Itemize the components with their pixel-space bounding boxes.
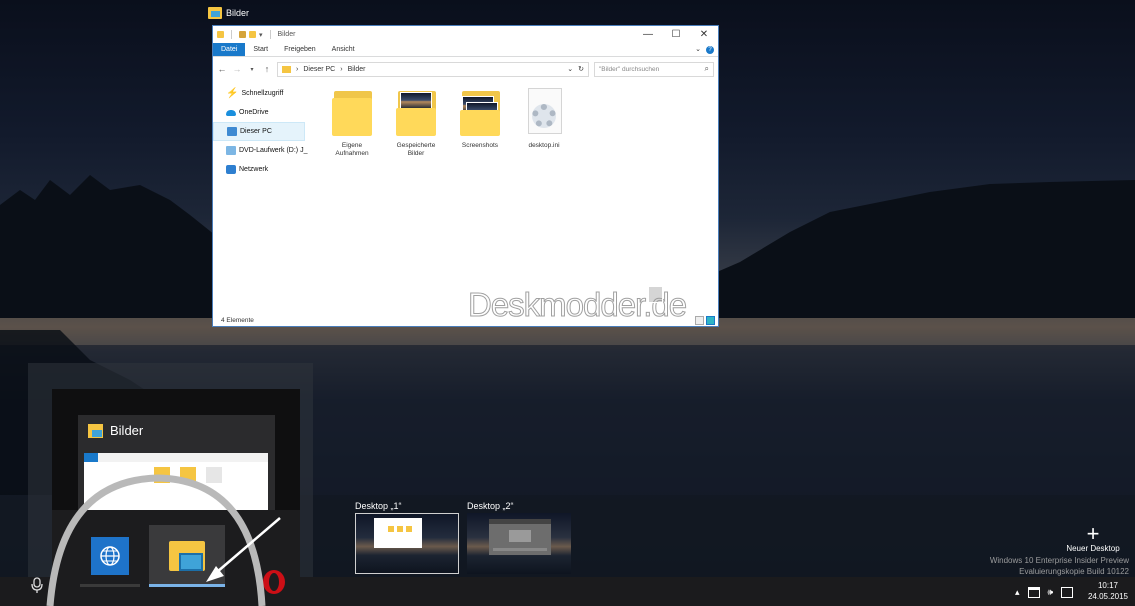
new-desktop-button[interactable]: + Neuer Desktop [1062, 521, 1124, 554]
expand-ribbon-icon[interactable]: ⌄ [695, 43, 701, 57]
magnifier-ring [46, 474, 281, 606]
desktop-1-label: Desktop „1“ [355, 501, 402, 511]
nav-item-dvd[interactable]: DVD-Laufwerk (D:) J_ [213, 141, 308, 160]
details-view-icon[interactable] [695, 315, 704, 325]
settings-file-icon [522, 88, 566, 138]
help-icon[interactable]: ? [706, 45, 714, 54]
search-input[interactable]: "Bilder" durchsuchen ⌕ [594, 61, 714, 77]
path-separator-icon: › [296, 65, 299, 73]
explorer-icon [208, 7, 222, 19]
desktop-2-thumbnail[interactable] [467, 513, 571, 574]
preview-title: Bilder [110, 423, 144, 438]
computer-icon [227, 127, 237, 136]
tab-ansicht[interactable]: Ansicht [324, 43, 363, 56]
desktop-2-label: Desktop „2“ [467, 501, 514, 511]
tab-datei[interactable]: Datei [213, 43, 246, 56]
cloud-icon [226, 109, 236, 116]
breadcrumb-dieser-pc[interactable]: Dieser PC [303, 66, 335, 73]
nav-label: Dieser PC [240, 128, 272, 135]
item-count: 4 Elemente [221, 316, 254, 324]
path-separator-icon: › [340, 65, 343, 73]
file-list: Eigene Aufnahmen Gespeicherte Bilder Scr… [318, 84, 718, 314]
search-placeholder: "Bilder" durchsuchen [599, 65, 660, 73]
explorer-icon [217, 31, 224, 38]
clock[interactable]: 10:17 24.05.2015 [1086, 580, 1130, 602]
nav-label: DVD-Laufwerk (D:) J_ [239, 147, 308, 154]
tab-start[interactable]: Start [245, 43, 276, 56]
clock-date: 24.05.2015 [1087, 592, 1129, 601]
chevron-up-icon[interactable]: ▴ [1015, 587, 1020, 598]
view-switcher [695, 315, 718, 325]
nav-item-netzwerk[interactable]: Netzwerk [213, 160, 308, 179]
up-arrow-icon[interactable]: ↑ [262, 64, 272, 74]
nav-item-dieser-pc[interactable]: Dieser PC [213, 122, 305, 141]
file-item-desktop-ini[interactable]: desktop.ini [514, 88, 574, 150]
maximize-button[interactable]: ☐ [662, 28, 690, 42]
minimize-button[interactable]: — [634, 28, 662, 42]
folder-icon [282, 65, 291, 73]
window-caption-title: Bilder [226, 8, 250, 18]
breadcrumb-bilder[interactable]: Bilder [348, 66, 366, 73]
new-desktop-label: Neuer Desktop [1066, 544, 1120, 553]
clock-time: 10:17 [1097, 581, 1119, 590]
pen-icon [648, 286, 663, 303]
nav-item-schnellzugriff[interactable]: ⚡ Schnellzugriff [213, 84, 308, 103]
file-item-screenshots[interactable]: Screenshots [450, 88, 510, 150]
preview-title-row: Bilder [88, 423, 143, 438]
desktop-1-thumbnail[interactable] [355, 513, 459, 574]
window-caption[interactable]: Bilder [208, 7, 249, 19]
large-icons-view-icon[interactable] [706, 315, 715, 325]
network-icon [226, 165, 236, 174]
search-icon: ⌕ [704, 64, 709, 73]
chevron-down-icon[interactable]: ▾ [259, 31, 263, 39]
folder-icon [330, 88, 374, 138]
ribbon-tabs: Datei Start Freigeben Ansicht ⌄ ? [213, 43, 718, 57]
file-label: Bilder [407, 150, 425, 157]
file-label: Eigene [341, 142, 363, 149]
plus-icon: + [1086, 521, 1100, 546]
tab-freigeben[interactable]: Freigeben [276, 43, 324, 56]
folder-photo-icon [394, 88, 438, 138]
file-item-eigene-aufnahmen[interactable]: Eigene Aufnahmen [322, 88, 382, 158]
quick-access-toolbar: ▾ Bilder [217, 30, 295, 39]
properties-icon[interactable] [239, 31, 246, 38]
file-explorer-window[interactable]: ▾ Bilder — ☐ ✕ Datei Start Freigeben Ans… [212, 25, 719, 327]
close-button[interactable]: ✕ [690, 28, 718, 42]
refresh-icon[interactable]: ↻ [578, 65, 584, 73]
explorer-icon [88, 423, 103, 438]
ribbon-extra: ⌄ ? [691, 43, 718, 56]
title-text: Bilder [277, 31, 296, 38]
build-watermark: Windows 10 Enterprise Insider Preview Ev… [990, 555, 1129, 577]
recent-chevron-icon[interactable]: ▾ [247, 66, 257, 73]
address-bar[interactable]: › Dieser PC › Bilder ⌄ ↻ [277, 61, 589, 77]
nav-label: OneDrive [239, 109, 269, 116]
back-arrow-icon[interactable]: ← [217, 64, 227, 74]
file-item-gespeicherte-bilder[interactable]: Gespeicherte Bilder [386, 88, 446, 158]
lightning-star-icon: ⚡ [226, 88, 239, 99]
forward-arrow-icon[interactable]: → [232, 64, 242, 74]
address-row: ← → ▾ ↑ › Dieser PC › Bilder ⌄ ↻ "Bilder… [213, 57, 718, 81]
volume-icon[interactable]: 🕪 [1048, 587, 1054, 598]
window-controls: — ☐ ✕ [634, 28, 718, 42]
build-line-2: Evaluierungskopie Build 10122 [1019, 567, 1129, 576]
build-line-1: Windows 10 Enterprise Insider Preview [989, 556, 1129, 565]
file-label: Gespeicherte [396, 142, 436, 149]
file-label: Screenshots [461, 142, 499, 149]
title-bar[interactable]: ▾ Bilder — ☐ ✕ [213, 26, 718, 43]
network-icon[interactable] [1027, 586, 1040, 598]
nav-label: Netzwerk [239, 166, 269, 173]
system-tray: ▴ 🕪 [1015, 582, 1074, 602]
new-folder-icon[interactable] [249, 31, 256, 38]
nav-item-onedrive[interactable]: OneDrive [213, 103, 308, 122]
dvd-drive-icon [226, 146, 236, 155]
file-label: desktop.ini [528, 142, 560, 149]
navigation-pane: ⚡ Schnellzugriff OneDrive Dieser PC DVD-… [213, 84, 308, 314]
folder-photo-icon [458, 88, 502, 138]
action-center-icon[interactable] [1061, 586, 1074, 598]
dropdown-chevron-icon[interactable]: ⌄ [567, 65, 573, 73]
file-label: Aufnahmen [335, 150, 369, 157]
nav-label: Schnellzugriff [241, 90, 284, 97]
